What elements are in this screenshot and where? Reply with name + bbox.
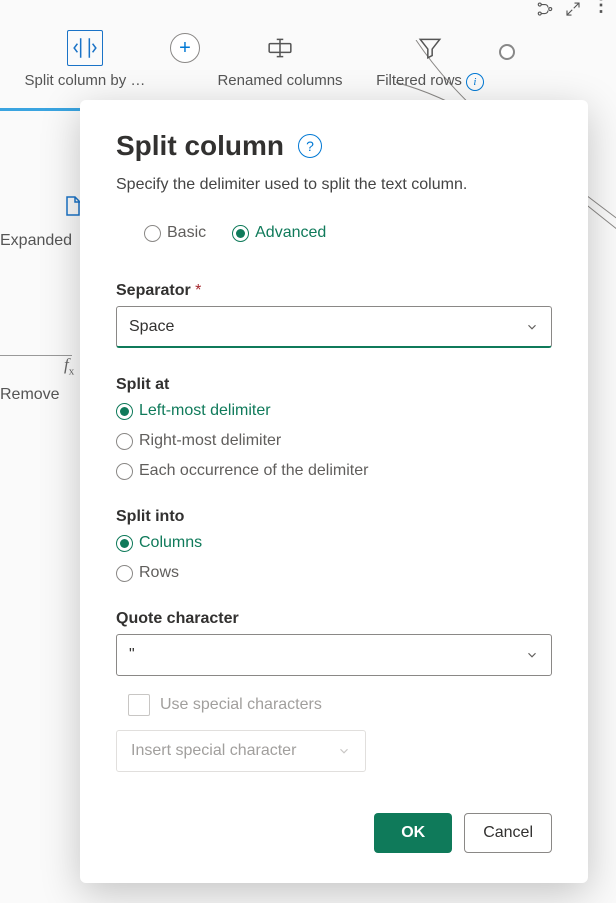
step-renamed-columns[interactable]: Renamed columns [200,30,360,89]
radio-label: Left-most delimiter [139,402,271,420]
step-label: Split column by … [25,72,146,89]
help-icon[interactable]: ? [298,134,322,158]
insert-special-label: Insert special character [131,742,296,760]
radio-circle [116,403,133,420]
dialog-footer: OK Cancel [374,813,552,853]
radio-leftmost[interactable]: Left-most delimiter [116,402,552,420]
bg-remove-text[interactable]: Remove [0,386,60,404]
chevron-down-icon [525,648,539,662]
radio-columns[interactable]: Columns [116,534,552,552]
insert-special-char-select: Insert special character [116,730,366,772]
radio-circle [116,433,133,450]
top-right-icons: ⋮ [536,0,612,21]
fx-icon: fx [64,355,74,377]
quote-select[interactable]: " [116,634,552,676]
radio-rows[interactable]: Rows [116,564,552,582]
checkbox-label: Use special characters [160,696,322,714]
split-at-label: Split at [116,376,552,394]
more-icon[interactable]: ⋮ [592,0,612,21]
expand-icon[interactable] [564,0,582,21]
radio-label: Basic [167,224,206,242]
split-icon [67,30,103,66]
split-into-label: Split into [116,508,552,526]
radio-circle [116,565,133,582]
plus-icon: + [170,33,200,63]
split-column-dialog: Split column ? Specify the delimiter use… [80,100,588,883]
split-at-options: Left-most delimiter Right-most delimiter… [116,402,552,480]
branch-icon[interactable] [536,0,554,21]
bg-expanded-text[interactable]: Expanded [0,232,72,250]
cancel-button[interactable]: Cancel [464,813,552,853]
bg-divider [0,355,72,356]
radio-label: Advanced [255,224,326,242]
chevron-down-icon [525,320,539,334]
radio-label: Columns [139,534,202,552]
quote-label: Quote character [116,610,552,628]
step-filtered-rows[interactable]: Filtered rowsi [360,30,500,91]
separator-value: Space [129,318,174,336]
radio-circle [116,535,133,552]
add-step-button[interactable]: + [170,30,200,66]
quote-section: Quote character " [116,610,552,676]
radio-advanced[interactable]: Advanced [232,224,326,242]
filter-icon [412,30,448,66]
info-icon[interactable]: i [466,73,484,91]
radio-circle [232,225,249,242]
radio-basic[interactable]: Basic [144,224,206,242]
quote-value: " [129,646,135,664]
radio-circle [116,463,133,480]
chevron-down-icon [337,744,351,758]
radio-label: Each occurrence of the delimiter [139,462,368,480]
checkbox-box [128,694,150,716]
dialog-subtitle: Specify the delimiter used to split the … [116,176,552,194]
split-at-section: Split at Left-most delimiter Right-most … [116,376,552,480]
special-chars-checkbox[interactable]: Use special characters [116,694,552,716]
step-split-column[interactable]: Split column by … [0,30,170,89]
radio-label: Right-most delimiter [139,432,281,450]
mode-radiogroup: Basic Advanced [116,224,552,242]
radio-each-occurrence[interactable]: Each occurrence of the delimiter [116,462,552,480]
step-label: Filtered rowsi [376,72,484,91]
rename-icon [262,30,298,66]
radio-label: Rows [139,564,179,582]
separator-section: Separator Space [116,282,552,348]
radio-rightmost[interactable]: Right-most delimiter [116,432,552,450]
dialog-header: Split column ? [116,130,552,162]
separator-select[interactable]: Space [116,306,552,348]
separator-label: Separator [116,282,552,300]
radio-circle [144,225,161,242]
split-into-section: Split into Columns Rows [116,508,552,582]
dialog-title: Split column [116,130,284,162]
ok-button[interactable]: OK [374,813,452,853]
split-into-options: Columns Rows [116,534,552,582]
step-label: Renamed columns [217,72,342,89]
applied-steps-toolbar: Split column by … + Renamed columns Filt… [0,30,616,90]
